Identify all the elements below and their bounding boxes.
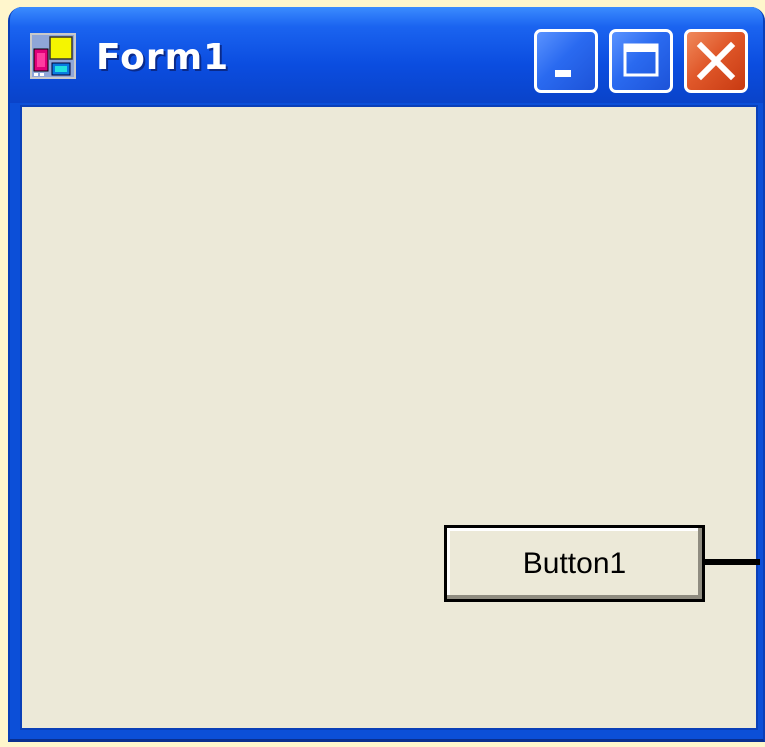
form-client-area: Button1	[20, 105, 760, 730]
form-app-icon[interactable]	[30, 33, 76, 79]
form-window: Form1 Button1	[8, 7, 765, 742]
minimize-icon	[555, 70, 571, 77]
maximize-button[interactable]	[609, 29, 673, 93]
resize-connector-line	[705, 559, 760, 565]
button1[interactable]: Button1	[444, 525, 705, 602]
title-bar[interactable]: Form1	[10, 7, 763, 103]
close-button[interactable]	[684, 29, 748, 93]
close-icon	[696, 41, 736, 81]
minimize-button[interactable]	[534, 29, 598, 93]
maximize-icon	[623, 43, 659, 77]
window-title: Form1	[96, 37, 230, 78]
